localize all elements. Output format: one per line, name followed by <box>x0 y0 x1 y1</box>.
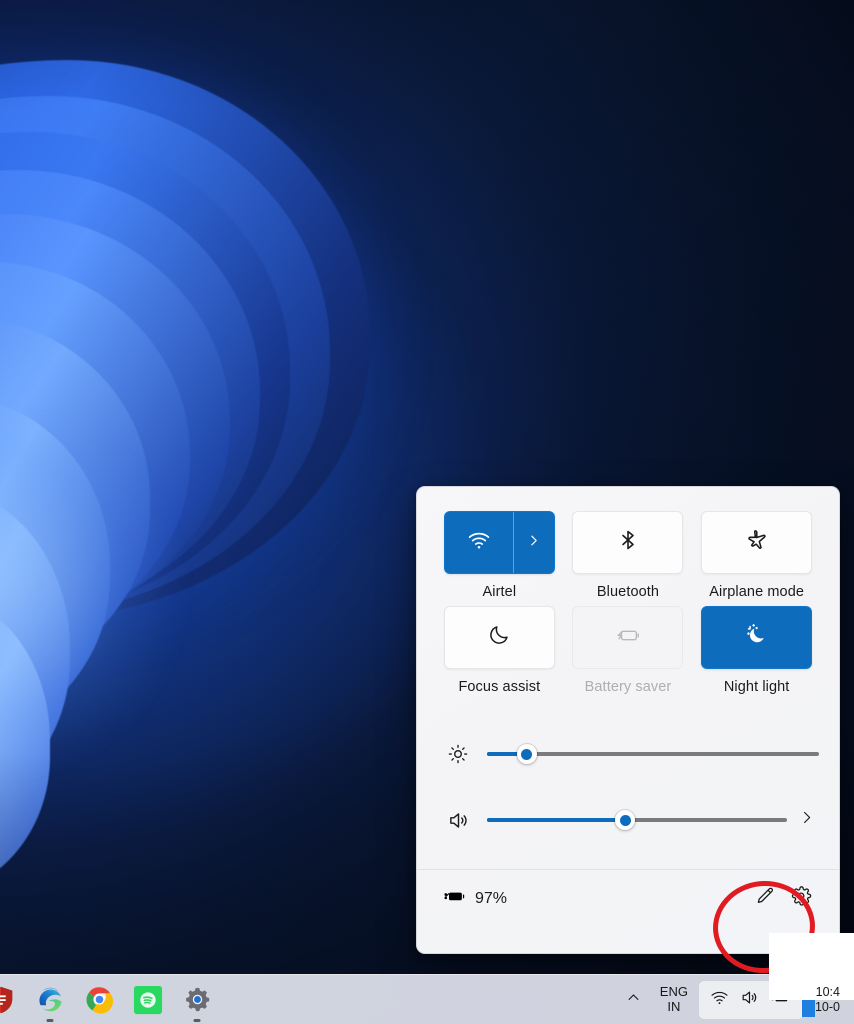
battery-saver-icon <box>615 622 641 653</box>
battery-charging-icon <box>443 885 467 912</box>
clock-date: 10-0 <box>814 999 840 1014</box>
taskbar: ENG IN 10:4 10-0 <box>0 974 854 1024</box>
tile-cell-night-light: Night light <box>700 606 813 695</box>
quick-tile-label-bluetooth: Bluetooth <box>596 584 660 600</box>
taskbar-app-icons <box>0 985 212 1015</box>
wifi-icon <box>467 528 491 557</box>
gear-icon <box>790 885 812 912</box>
system-tray: ENG IN 10:4 10-0 <box>619 980 854 1019</box>
language-line-2: IN <box>667 998 681 1014</box>
battery-status[interactable]: 97% <box>443 885 507 912</box>
screen: Airtel Bluetooth Airplane mode Focus ass… <box>0 0 854 1024</box>
volume-icon <box>740 988 759 1012</box>
wifi-toggle-area[interactable] <box>445 512 514 573</box>
tray-language-indicator[interactable]: ENG IN <box>651 981 697 1019</box>
tray-overflow-button[interactable] <box>619 983 649 1017</box>
taskbar-item-spotify[interactable] <box>133 985 163 1015</box>
brightness-slider-thumb[interactable] <box>516 744 537 764</box>
volume-slider-fill <box>487 818 625 822</box>
quick-settings-tiles: Airtel Bluetooth Airplane mode Focus ass… <box>417 487 839 695</box>
gear-icon <box>185 987 209 1012</box>
quick-tile-label-airplane-mode: Airplane mode <box>709 584 805 600</box>
brightness-slider[interactable] <box>487 743 819 765</box>
pencil-icon <box>754 885 776 912</box>
quick-tile-label-battery-saver: Battery saver <box>584 679 672 695</box>
tile-cell-airplane-mode: Airplane mode <box>700 511 813 600</box>
bluetooth-icon <box>616 528 640 557</box>
battery-percentage: 97% <box>475 889 508 907</box>
quick-tile-night-light[interactable] <box>701 606 813 669</box>
quick-tile-bluetooth[interactable] <box>572 511 684 574</box>
quick-tile-battery-saver[interactable] <box>572 606 684 669</box>
taskbar-item-google-chrome[interactable] <box>84 985 114 1015</box>
tile-cell-focus-assist: Focus assist <box>443 606 556 695</box>
volume-slider-thumb[interactable] <box>615 810 635 830</box>
quick-tile-focus-assist[interactable] <box>443 606 555 669</box>
quick-tile-label-focus-assist: Focus assist <box>458 679 541 695</box>
edge-icon <box>38 987 61 1012</box>
chevron-up-icon <box>626 990 641 1010</box>
screenshot-occlusion-overlay <box>769 933 854 1000</box>
language-line-1: ENG <box>659 983 688 999</box>
airplane-icon <box>744 528 769 558</box>
brightness-icon <box>443 743 473 765</box>
taskbar-item-shield-app[interactable] <box>0 985 16 1015</box>
quick-tile-airplane-mode[interactable] <box>701 511 813 574</box>
brightness-slider-row <box>417 727 839 781</box>
tile-cell-bluetooth: Bluetooth <box>572 511 685 600</box>
chrome-icon <box>86 987 113 1014</box>
volume-icon <box>443 809 473 832</box>
taskbar-item-settings[interactable] <box>182 985 212 1015</box>
wifi-networks-button[interactable] <box>514 512 554 573</box>
volume-slider-row <box>417 793 839 847</box>
spotify-icon <box>133 985 163 1014</box>
volume-slider[interactable] <box>487 809 787 831</box>
tile-cell-battery-saver: Battery saver <box>572 606 685 695</box>
audio-output-button[interactable] <box>793 810 819 830</box>
night-light-icon <box>744 622 770 653</box>
tile-cell-wifi: Airtel <box>443 511 556 600</box>
shield-app-icon <box>0 986 13 1013</box>
quick-settings-panel: Airtel Bluetooth Airplane mode Focus ass… <box>416 486 840 954</box>
chevron-right-icon <box>527 534 540 552</box>
moon-icon <box>487 623 511 652</box>
quick-tile-wifi[interactable] <box>443 511 555 574</box>
taskbar-item-microsoft-edge[interactable] <box>35 985 65 1015</box>
quick-tile-label-night-light: Night light <box>723 679 790 695</box>
quick-settings-footer: 97% <box>417 870 839 927</box>
clock-time: 10:4 <box>815 984 840 999</box>
quick-tile-label-wifi: Airtel <box>482 584 517 600</box>
chevron-right-icon <box>799 810 814 830</box>
open-settings-button[interactable] <box>783 881 819 917</box>
wifi-icon <box>710 988 729 1012</box>
edit-quick-settings-button[interactable] <box>747 881 783 917</box>
